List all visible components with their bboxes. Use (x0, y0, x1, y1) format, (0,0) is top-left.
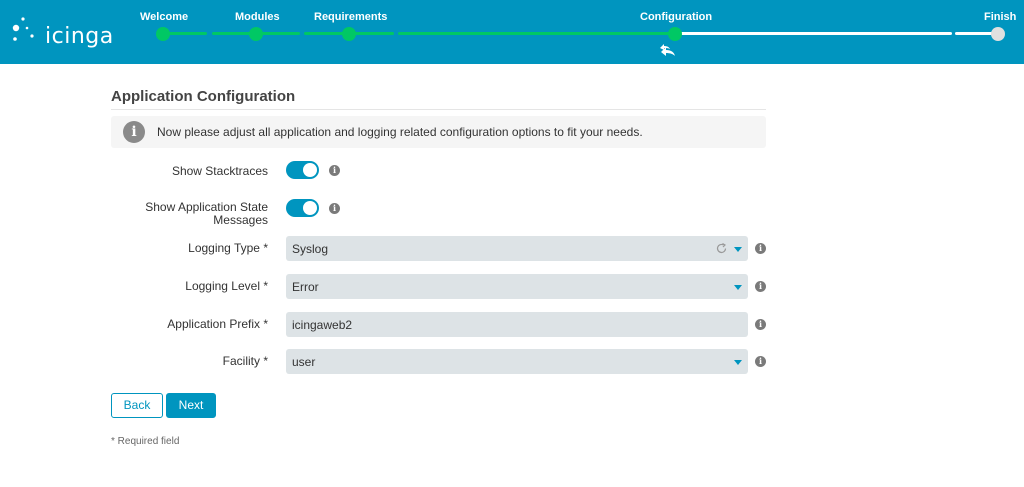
step-dot-configuration (668, 27, 682, 41)
logging-type-value: Syslog (292, 242, 329, 256)
help-icon[interactable]: i (755, 243, 766, 254)
chevron-down-icon[interactable] (734, 247, 742, 252)
logging-level-label: Logging Level * (185, 279, 268, 293)
logging-level-select[interactable]: Error (286, 274, 748, 299)
info-icon: i (123, 121, 145, 143)
logging-type-label: Logging Type * (188, 241, 268, 255)
facility-label: Facility * (222, 354, 268, 368)
show-app-state-label-line1: Show Application State (145, 200, 268, 214)
content: Application Configuration i Now please a… (111, 88, 766, 148)
app-prefix-input[interactable] (286, 312, 748, 337)
facility-select[interactable]: user (286, 349, 748, 374)
step-dot-requirements (342, 27, 356, 41)
help-icon[interactable]: i (755, 281, 766, 292)
help-icon[interactable]: i (329, 165, 340, 176)
page-title: Application Configuration (111, 88, 766, 110)
undo-icon[interactable] (658, 43, 678, 59)
wizard-progress (156, 27, 1005, 41)
show-stacktraces-toggle[interactable] (286, 161, 319, 179)
step-dot-modules (249, 27, 263, 41)
logging-level-value: Error (292, 280, 319, 294)
step-modules: Modules (235, 11, 280, 23)
show-app-state-label: Show Application State Messages (111, 201, 268, 227)
info-box: i Now please adjust all application and … (111, 116, 766, 148)
help-icon[interactable]: i (755, 319, 766, 330)
step-welcome: Welcome (140, 11, 189, 23)
step-requirements: Requirements (314, 11, 388, 23)
step-configuration: Configuration (640, 11, 713, 23)
back-button[interactable]: Back (111, 393, 163, 418)
logging-type-select[interactable]: Syslog (286, 236, 748, 261)
chevron-down-icon[interactable] (734, 360, 742, 365)
show-app-state-label-line2: Messages (213, 213, 268, 227)
app-prefix-label: Application Prefix * (167, 317, 268, 331)
info-text: Now please adjust all application and lo… (157, 125, 643, 139)
step-dot-finish (991, 27, 1005, 41)
required-field-note: * Required field (111, 436, 180, 447)
refresh-icon[interactable] (715, 242, 728, 255)
show-app-state-toggle[interactable] (286, 199, 319, 217)
chevron-down-icon[interactable] (734, 285, 742, 290)
step-dot-welcome (156, 27, 170, 41)
next-button[interactable]: Next (166, 393, 216, 418)
show-stacktraces-label: Show Stacktraces (171, 164, 268, 178)
help-icon[interactable]: i (329, 203, 340, 214)
header: icinga Welcome Modules Requirements Conf… (0, 0, 1024, 64)
facility-value: user (292, 355, 316, 369)
help-icon[interactable]: i (755, 356, 766, 367)
step-finish: Finish (984, 11, 1017, 23)
